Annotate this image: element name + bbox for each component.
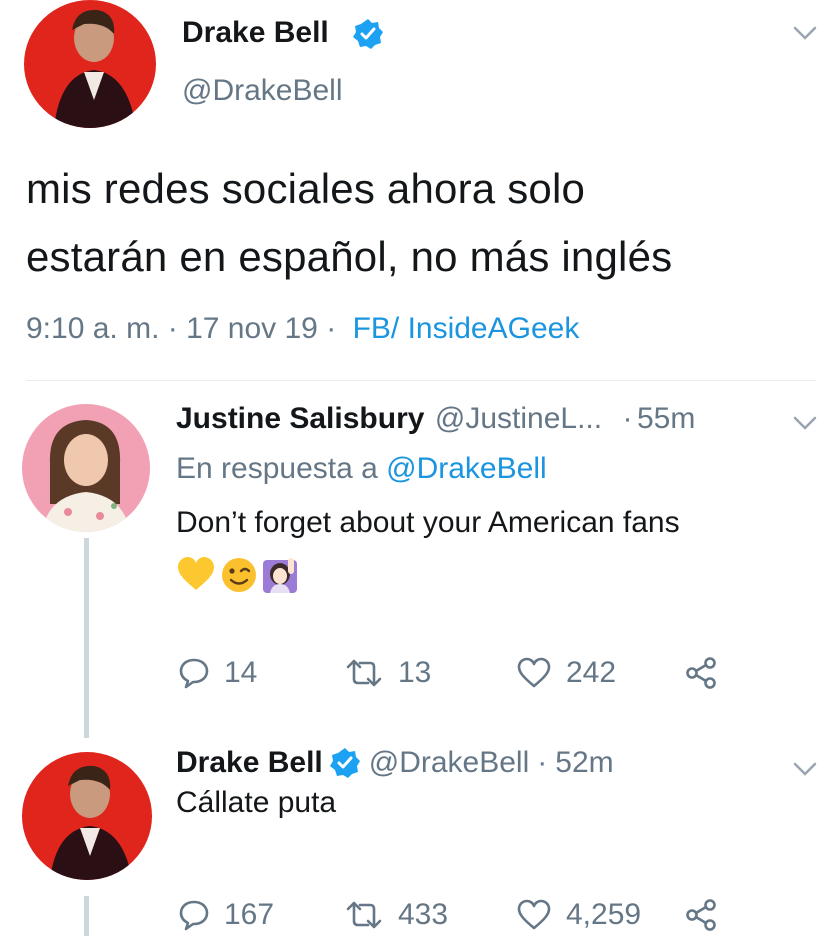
reply-age[interactable]: 55m [637, 402, 695, 435]
reply-text: Don’t forget about your American fans [176, 506, 680, 539]
meta-separator: · [326, 312, 337, 345]
meta-separator: · [622, 402, 633, 435]
share-icon [684, 898, 718, 932]
author-handle[interactable]: @DrakeBell [182, 74, 343, 108]
reply-action[interactable]: 14 [178, 656, 257, 690]
like-count: 4,259 [566, 898, 642, 931]
reply-action[interactable]: 167 [178, 898, 274, 932]
tweet-meta: 9:10 a. m. · 17 nov 19 · FB/ InsideAGeek [26, 312, 579, 346]
yellow-heart-icon [176, 556, 216, 599]
tweet-time[interactable]: 9:10 a. m. [26, 312, 159, 345]
reply-to-link[interactable]: @DrakeBell [386, 452, 547, 485]
author-avatar[interactable] [24, 0, 156, 128]
like-count: 242 [566, 656, 617, 689]
retweet-icon [344, 899, 384, 931]
tweet-text-line-1: mis redes sociales ahora solo [26, 165, 586, 212]
reply-header: Justine Salisbury @JustineL... · 55m [176, 402, 695, 436]
tweet-text-line-2: estarán en español, no más inglés [26, 233, 673, 280]
reply-author-handle[interactable]: @JustineL... [435, 402, 602, 435]
reply-author-name[interactable]: Drake Bell [176, 746, 323, 780]
reply-author-name[interactable]: Justine Salisbury [176, 402, 424, 435]
chevron-down-icon[interactable] [792, 414, 818, 432]
tweet-date[interactable]: 17 nov 19 [186, 312, 318, 345]
retweet-icon [344, 657, 384, 689]
comment-icon [178, 899, 210, 931]
verified-badge-icon [352, 18, 384, 50]
meta-separator: · [537, 746, 548, 779]
reply-text: Cállate puta [176, 786, 337, 819]
retweet-count: 13 [398, 656, 432, 689]
reply-author-handle[interactable]: @DrakeBell [369, 746, 530, 780]
verified-badge-icon [329, 747, 361, 779]
heart-icon [516, 657, 552, 689]
thread-line [84, 538, 89, 738]
share-action[interactable] [684, 898, 718, 932]
heart-icon [516, 899, 552, 931]
chevron-down-icon[interactable] [792, 760, 818, 778]
reply-author-avatar[interactable] [22, 752, 152, 880]
chevron-down-icon[interactable] [792, 24, 818, 42]
reply-age[interactable]: 52m [555, 746, 613, 780]
divider [26, 380, 816, 381]
reply-prefix: En respuesta a [176, 452, 378, 485]
reply-count: 167 [224, 898, 275, 931]
meta-separator: · [167, 312, 178, 345]
thread-line [84, 896, 89, 936]
comment-icon [178, 657, 210, 689]
author-name[interactable]: Drake Bell [182, 16, 329, 50]
woman-raising-hand-icon [262, 556, 300, 599]
reply-header: Drake Bell @DrakeBell · 52m [176, 746, 614, 780]
retweet-action[interactable]: 13 [344, 656, 431, 690]
like-action[interactable]: 242 [516, 656, 616, 690]
reply-count: 14 [224, 656, 258, 689]
winking-face-icon [220, 556, 258, 599]
retweet-count: 433 [398, 898, 449, 931]
tweet-source-link[interactable]: FB/ InsideAGeek [353, 312, 580, 345]
reply-author-avatar[interactable] [22, 404, 150, 532]
retweet-action[interactable]: 433 [344, 898, 448, 932]
share-action[interactable] [684, 656, 718, 690]
reply-emojis [176, 556, 300, 599]
share-icon [684, 656, 718, 690]
like-action[interactable]: 4,259 [516, 898, 641, 932]
reply-context: En respuesta a @DrakeBell [176, 452, 547, 486]
